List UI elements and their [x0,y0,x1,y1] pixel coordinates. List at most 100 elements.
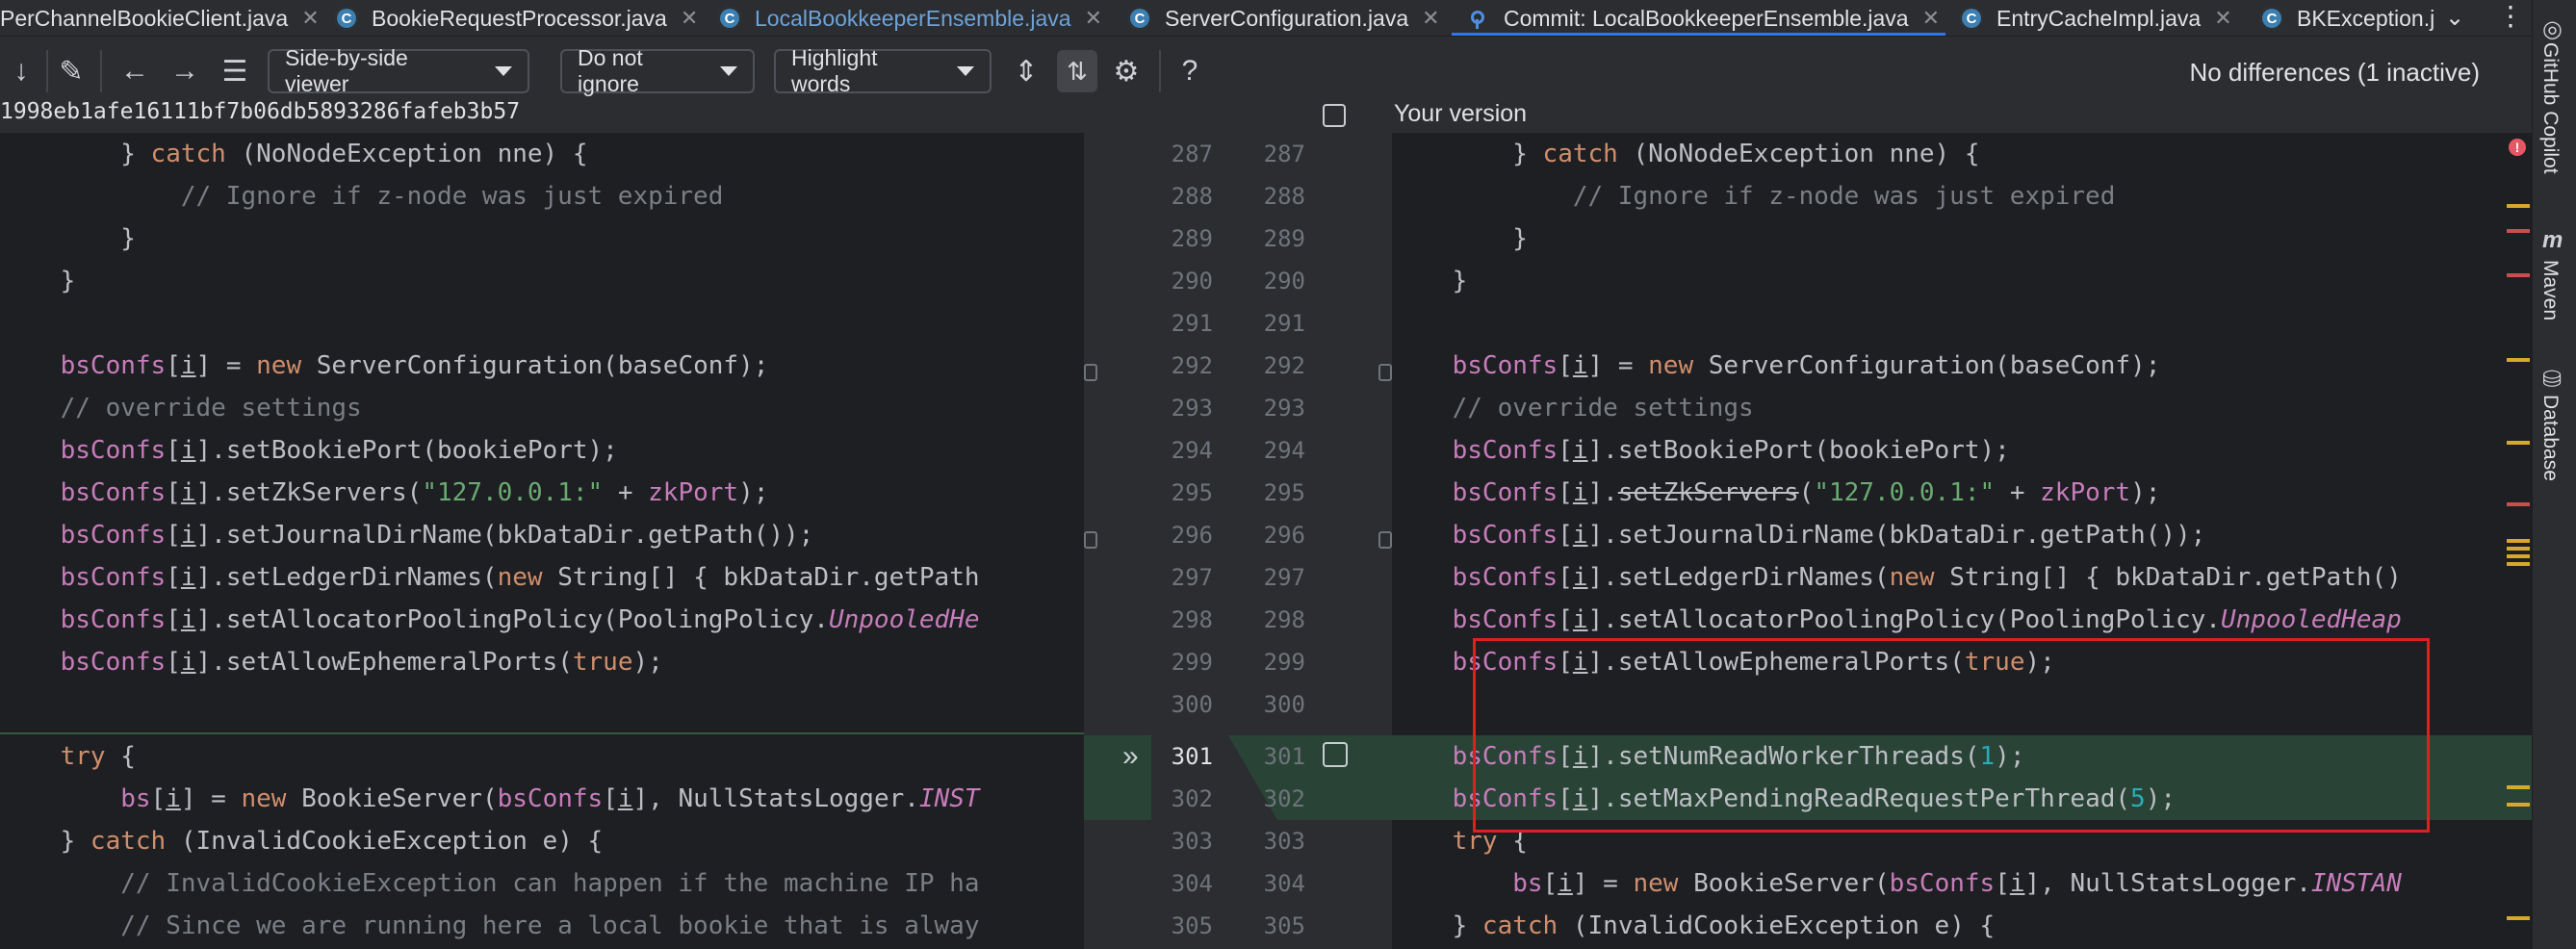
code-line[interactable] [1392,302,2532,345]
code-line[interactable]: // override settings [0,387,1084,429]
close-icon[interactable]: ✕ [2214,6,2231,31]
right-line-number: 287 [1263,141,1305,167]
tab-localbookkeeperensemble[interactable]: C LocalBookkeeperEnsemble.java ✕ [718,0,1102,36]
fold-marker-icon[interactable] [1084,531,1097,549]
sync-scroll-toggle[interactable]: ⇅ [1057,50,1097,92]
code-line[interactable]: // InvalidCookieException can happen if … [0,862,1084,905]
code-line[interactable]: try { [0,735,1084,778]
edit-source-icon[interactable]: ✎ [54,54,89,89]
scroll-marker [2507,358,2530,362]
code-line[interactable] [0,302,1084,345]
database-icon[interactable]: ⛁ [2542,366,2562,394]
close-icon[interactable]: ✕ [301,6,319,31]
code-line[interactable]: // override settings [1392,387,2532,429]
tab-commit-localbookkeeperensemble[interactable]: Commit: LocalBookkeeperEnsemble.java ✕ [1452,0,1946,36]
fold-marker-icon[interactable] [1084,364,1097,381]
close-icon[interactable]: ✕ [1085,6,1102,31]
right-line-number: 297 [1263,564,1305,591]
right-line-number: 290 [1263,268,1305,295]
code-line[interactable] [0,683,1084,726]
code-line[interactable]: } catch (InvalidCookieException e) { [0,820,1084,862]
right-line-number: 298 [1263,606,1305,633]
code-line[interactable]: } catch (NoNodeException nne) { [0,133,1084,175]
tab-label: PerChannelBookieClient.java [0,5,289,31]
code-line[interactable]: bsConfs[i].setBookiePort(bookiePort); [0,429,1084,472]
right-line-number: 303 [1263,828,1305,855]
code-line[interactable]: bsConfs[i].setBookiePort(bookiePort); [1392,429,2532,472]
copilot-tool-button[interactable]: GitHub Copilot [2538,42,2562,174]
tab-label: Commit: LocalBookkeeperEnsemble.java [1504,5,1909,31]
code-line[interactable]: bsConfs[i].setJournalDirName(bkDataDir.g… [0,514,1084,556]
right-line-number: 302 [1263,785,1305,812]
tab-serverconfiguration[interactable]: C ServerConfiguration.java ✕ [1128,0,1440,36]
code-line[interactable]: } catch (InvalidCookieException e) { [1392,905,2532,947]
code-line[interactable]: } catch (NoNodeException nne) { [1392,133,2532,175]
tab-label: BookieRequestProcessor.java [372,5,667,31]
commit-diff-icon [1467,7,1492,30]
close-icon[interactable]: ✕ [1922,6,1940,31]
code-line[interactable]: bsConfs[i].setAllocatorPoolingPolicy(Poo… [0,599,1084,641]
code-line[interactable]: // Since we are running here a local boo… [0,905,1084,947]
code-line[interactable]: bsConfs[i].setAllowEphemeralPorts(true); [0,641,1084,683]
scroll-marker [2507,539,2530,543]
help-icon[interactable]: ? [1172,54,1207,89]
code-line[interactable]: bsConfs[i].setAllocatorPoolingPolicy(Poo… [1392,599,2532,641]
annotation-highlight-box [1473,638,2430,833]
code-line[interactable]: } [0,218,1084,260]
include-change-checkbox[interactable] [1323,742,1348,767]
include-all-checkbox[interactable] [1323,104,1346,127]
apply-change-arrow-icon[interactable]: » [1122,735,1139,778]
maven-icon[interactable]: m [2542,227,2563,254]
code-line[interactable]: bs[i] = new BookieServer(bsConfs[i], Nul… [1392,862,2532,905]
code-line[interactable]: bsConfs[i].setZkServers("127.0.0.1:" + z… [1392,472,2532,514]
right-line-number: 295 [1263,479,1305,506]
close-icon[interactable]: ✕ [1422,6,1439,31]
toolbar-separator [100,50,102,92]
gear-icon[interactable]: ⚙ [1109,54,1144,89]
code-line[interactable]: bsConfs[i].setLedgerDirNames(new String[… [1392,556,2532,599]
fold-marker-icon[interactable] [1378,531,1392,549]
database-tool-button[interactable]: Database [2538,395,2562,481]
chevron-down-icon[interactable]: ⌄ [2445,4,2464,32]
tab-bookierequestprocessor[interactable]: C BookieRequestProcessor.java ✕ [335,0,698,36]
right-line-number: 292 [1263,352,1305,379]
highlight-mode-dropdown[interactable]: Highlight words [774,45,992,96]
code-line[interactable]: } [0,260,1084,302]
code-line[interactable]: bsConfs[i].setLedgerDirNames(new String[… [0,556,1084,599]
forward-arrow-icon[interactable]: → [167,54,202,89]
code-line[interactable]: bsConfs[i] = new ServerConfiguration(bas… [0,345,1084,387]
code-line[interactable]: bsConfs[i].setJournalDirName(bkDataDir.g… [1392,514,2532,556]
tab-perchannelbookieclient[interactable]: PerChannelBookieClient.java ✕ [0,0,320,36]
right-line-number: 296 [1263,522,1305,549]
next-difference-icon[interactable]: ↓ [4,54,39,89]
code-line[interactable]: bsConfs[i] = new ServerConfiguration(bas… [1392,345,2532,387]
tab-label: BKException.j [2297,5,2435,31]
back-arrow-icon[interactable]: ← [117,54,152,89]
tab-bkexception[interactable]: C BKException.j [2260,0,2435,36]
error-indicator-icon[interactable]: ! [2509,139,2526,156]
toolbar-separator [46,50,48,92]
close-icon[interactable]: ✕ [681,6,698,31]
maven-tool-button[interactable]: Maven [2538,260,2562,321]
scroll-marker [2507,916,2530,920]
class-icon: C [335,7,358,30]
code-line[interactable]: bs[i] = new BookieServer(bsConfs[i], Nul… [0,778,1084,820]
collapse-unchanged-icon[interactable]: ⇕ [1009,54,1043,89]
fold-marker-icon[interactable] [1378,364,1392,381]
tab-entrycacheimpl[interactable]: C EntryCacheImpl.java ✕ [1960,0,2232,36]
scroll-marker [2507,547,2530,551]
viewer-mode-dropdown[interactable]: Side-by-side viewer [268,45,529,96]
dropdown-value: Do not ignore [578,45,643,96]
copilot-icon[interactable]: ◎ [2542,15,2563,43]
code-line[interactable]: // Ignore if z-node was just expired [0,175,1084,218]
list-icon[interactable]: ☰ [218,54,252,89]
code-line[interactable]: } [1392,260,2532,302]
more-vertical-icon[interactable]: ⋮ [2497,0,2524,32]
scroll-marker [2507,554,2530,558]
left-editor-pane[interactable]: } catch (NoNodeException nne) { // Ignor… [0,133,1084,949]
whitespace-ignore-dropdown[interactable]: Do not ignore [560,45,755,96]
code-line[interactable]: // Ignore if z-node was just expired [1392,175,2532,218]
code-line[interactable]: bsConfs[i].setZkServers("127.0.0.1:" + z… [0,472,1084,514]
right-line-number: 294 [1263,437,1305,464]
code-line[interactable]: } [1392,218,2532,260]
